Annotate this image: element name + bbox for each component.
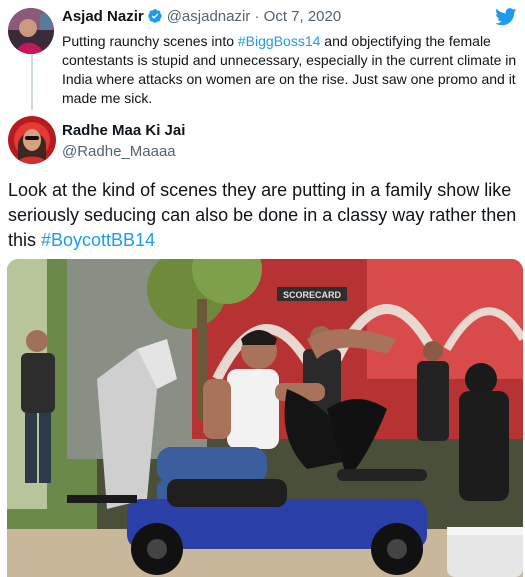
author-name[interactable]: Asjad Nazir [62, 8, 144, 25]
hashtag-link[interactable]: #BoycottBB14 [41, 230, 155, 250]
quoted-tweet-header: Asjad Nazir @asjadnazir · Oct 7, 2020 [62, 8, 341, 28]
scorecard-sign-text: SCORECARD [283, 290, 342, 300]
quoted-tweet[interactable]: Asjad Nazir @asjadnazir · Oct 7, 2020 Put… [0, 0, 525, 110]
main-tweet-text: Look at the kind of scenes they are putt… [8, 178, 522, 253]
author-name[interactable]: Radhe Maa Ki Jai [62, 122, 185, 139]
author-handle[interactable]: @asjadnazir [167, 8, 251, 25]
avatar-radhe[interactable] [8, 116, 56, 164]
quoted-tweet-text: Putting raunchy scenes into #BiggBoss14 … [62, 32, 518, 108]
avatar-asjad[interactable] [8, 8, 54, 54]
twitter-bird-icon[interactable] [495, 8, 517, 31]
author-handle[interactable]: @Radhe_Maaaa [62, 143, 185, 160]
tweet-photo[interactable]: SCORECARD [7, 259, 523, 577]
quoted-text-before: Putting raunchy scenes into [62, 33, 238, 49]
thread-connector-line [31, 54, 33, 110]
photo-scene: SCORECARD [7, 259, 523, 577]
verified-badge-icon [147, 8, 163, 28]
main-tweet-header: Radhe Maa Ki Jai @Radhe_Maaaa [62, 122, 185, 160]
hashtag-link[interactable]: #BiggBoss14 [238, 33, 321, 49]
tweet-date[interactable]: Oct 7, 2020 [264, 8, 342, 25]
dot-separator: · [254, 8, 260, 25]
